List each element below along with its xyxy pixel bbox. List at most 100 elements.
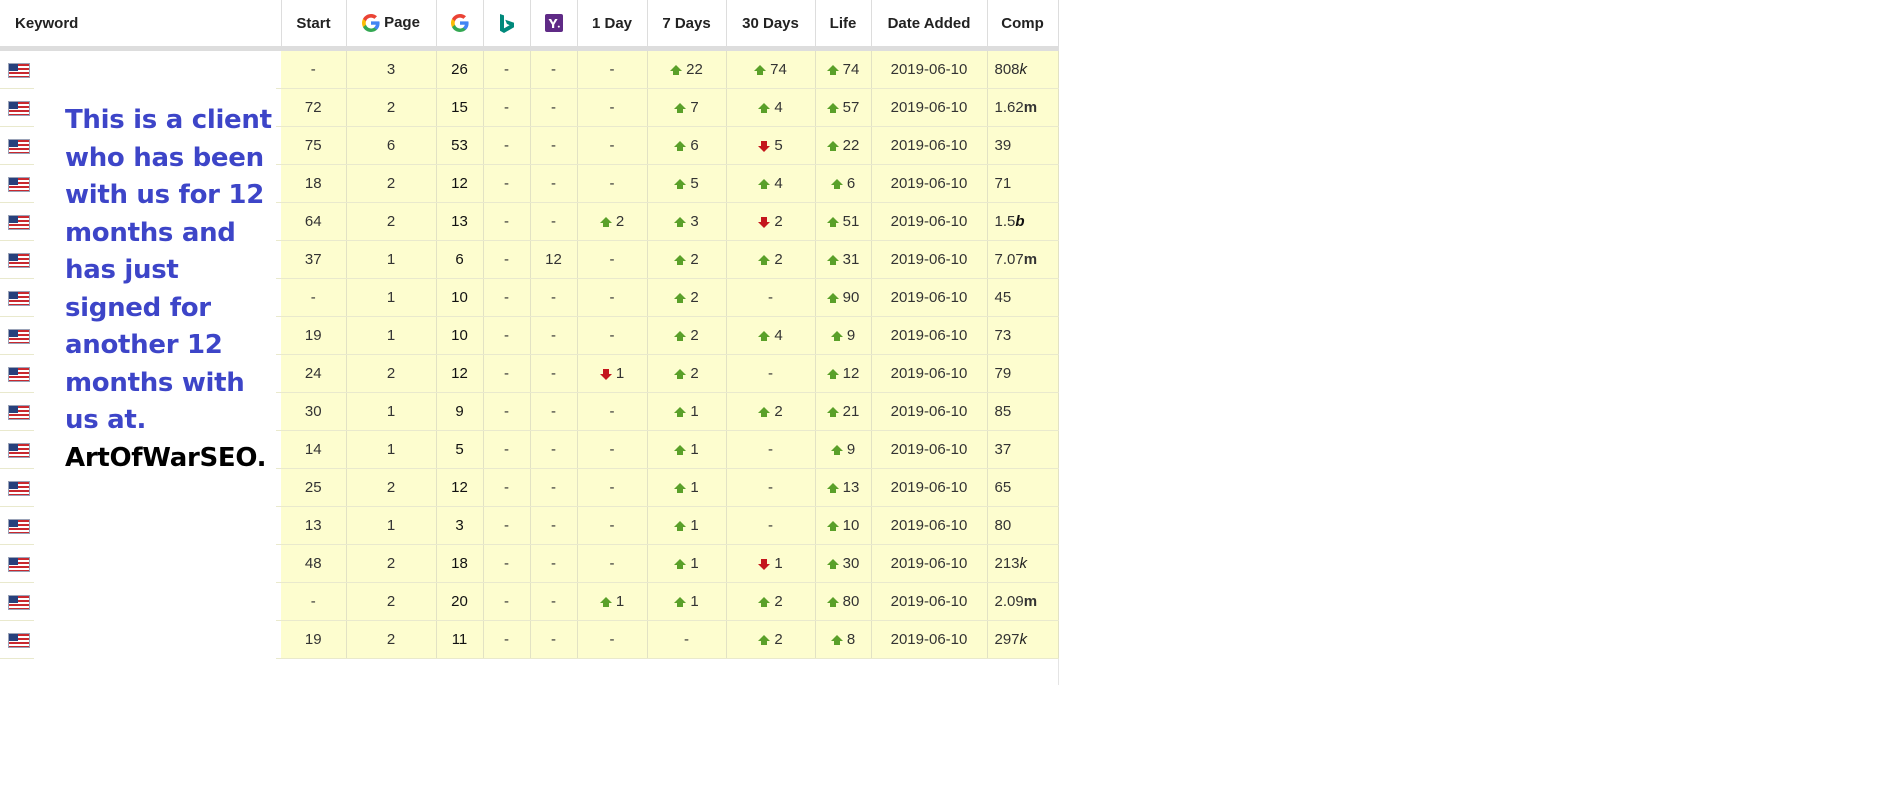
us-flag-icon	[8, 366, 30, 382]
day1-change-cell: 2	[577, 202, 648, 241]
column-header-start[interactable]: Start	[281, 0, 347, 51]
yahoo-rank-cell: -	[530, 468, 578, 507]
life-change-cell: 21	[815, 392, 872, 431]
bing-rank-cell: -	[483, 48, 531, 89]
start-cell: 19	[281, 316, 347, 355]
column-header-yahoo[interactable]	[530, 0, 578, 51]
google-rank-cell: 12	[436, 164, 484, 203]
column-header-google-page[interactable]: Page	[346, 0, 437, 51]
yahoo-rank-cell: -	[530, 506, 578, 545]
page-cell: 2	[346, 582, 437, 621]
google-rank-cell: 10	[436, 316, 484, 355]
column-header-comp[interactable]: Comp	[987, 0, 1059, 51]
bing-rank-cell: -	[483, 202, 531, 241]
up-arrow-icon	[758, 330, 771, 341]
column-header-bing[interactable]	[483, 0, 531, 51]
comp-cell: 1.5b	[987, 202, 1059, 241]
column-header-google[interactable]	[436, 0, 484, 51]
google-rank-cell: 26	[436, 48, 484, 89]
column-header-30-days[interactable]: 30 Days	[726, 0, 816, 51]
life-change-cell-value: 51	[842, 213, 860, 230]
day1-change-cell: -	[577, 48, 648, 89]
life-change-cell-value: 9	[846, 327, 856, 344]
comp-value: 213	[994, 555, 1020, 572]
days7-change-cell: 7	[647, 88, 727, 127]
comp-cell: 73	[987, 316, 1059, 355]
yahoo-rank-cell: -	[530, 88, 578, 127]
start-cell: 25	[281, 468, 347, 507]
us-flag-icon	[8, 328, 30, 344]
date-added-cell: 2019-06-10	[871, 506, 988, 545]
days7-change-cell-value: 7	[690, 99, 699, 116]
days30-change-cell: -	[726, 468, 816, 507]
life-change-cell: 9	[815, 316, 872, 355]
life-change-cell: 12	[815, 354, 872, 393]
days7-change-cell: 1	[647, 582, 727, 621]
comp-value: 65	[994, 479, 1012, 496]
column-header-7-days[interactable]: 7 Days	[647, 0, 727, 51]
comp-cell: 65	[987, 468, 1059, 507]
bing-rank-cell: -	[483, 164, 531, 203]
us-flag-icon	[8, 290, 30, 306]
page-cell: 2	[346, 544, 437, 583]
up-arrow-icon	[674, 520, 687, 531]
us-flag-icon	[8, 518, 30, 534]
days30-change-cell-value: 2	[774, 593, 783, 610]
date-added-cell: 2019-06-10	[871, 278, 988, 317]
date-added-cell: 2019-06-10	[871, 620, 988, 659]
up-arrow-icon	[674, 330, 687, 341]
days30-change-cell: 5	[726, 126, 816, 165]
days7-change-cell-value: 2	[690, 327, 699, 344]
comp-value: 37	[994, 441, 1012, 458]
up-arrow-icon	[599, 596, 612, 607]
life-change-cell-value: 22	[842, 137, 860, 154]
days30-change-cell-value: 4	[774, 175, 783, 192]
days30-change-cell: 4	[726, 164, 816, 203]
start-cell: 75	[281, 126, 347, 165]
days30-change-cell: -	[726, 430, 816, 469]
client-note-message: This is a client who has been with us fo…	[65, 105, 272, 435]
up-arrow-icon	[674, 406, 687, 417]
column-header-1-day[interactable]: 1 Day	[577, 0, 648, 51]
life-change-cell: 10	[815, 506, 872, 545]
start-cell: 13	[281, 506, 347, 545]
up-arrow-icon	[826, 482, 839, 493]
day1-change-cell: -	[577, 620, 648, 659]
comp-cell: 85	[987, 392, 1059, 431]
column-header-life[interactable]: Life	[815, 0, 872, 51]
bing-rank-cell: -	[483, 316, 531, 355]
day1-change-cell: -	[577, 506, 648, 545]
comp-cell: 45	[987, 278, 1059, 317]
page-cell: 1	[346, 506, 437, 545]
bing-rank-cell: -	[483, 278, 531, 317]
column-header-date-added[interactable]: Date Added	[871, 0, 988, 51]
google-rank-cell: 53	[436, 126, 484, 165]
page-cell: 2	[346, 164, 437, 203]
bing-rank-cell: -	[483, 506, 531, 545]
up-arrow-icon	[674, 178, 687, 189]
client-note-panel: This is a client who has been with us fo…	[34, 55, 276, 660]
up-arrow-icon	[674, 140, 687, 151]
days30-change-cell: -	[726, 506, 816, 545]
comp-suffix: k	[1019, 631, 1028, 648]
comp-suffix: k	[1019, 555, 1028, 572]
column-header-keyword[interactable]: Keyword	[0, 0, 282, 51]
page-cell: 2	[346, 354, 437, 393]
up-arrow-icon	[674, 558, 687, 569]
up-arrow-icon	[670, 64, 683, 75]
days7-change-cell: 22	[647, 48, 727, 89]
up-arrow-icon	[674, 254, 687, 265]
start-cell: -	[281, 582, 347, 621]
ranking-table-panel: Keyword Start Page 1 Day 7 Days 30 Days …	[0, 0, 1059, 685]
life-change-cell: 8	[815, 620, 872, 659]
days7-change-cell-value: 22	[686, 61, 703, 78]
yahoo-rank-cell: -	[530, 392, 578, 431]
bing-rank-cell: -	[483, 240, 531, 279]
us-flag-icon	[8, 176, 30, 192]
up-arrow-icon	[826, 292, 839, 303]
days7-change-cell: 1	[647, 468, 727, 507]
days7-change-cell-value: 1	[690, 403, 699, 420]
comp-suffix: b	[1015, 213, 1025, 230]
day1-change-cell-value: 1	[615, 593, 625, 610]
start-cell: 72	[281, 88, 347, 127]
